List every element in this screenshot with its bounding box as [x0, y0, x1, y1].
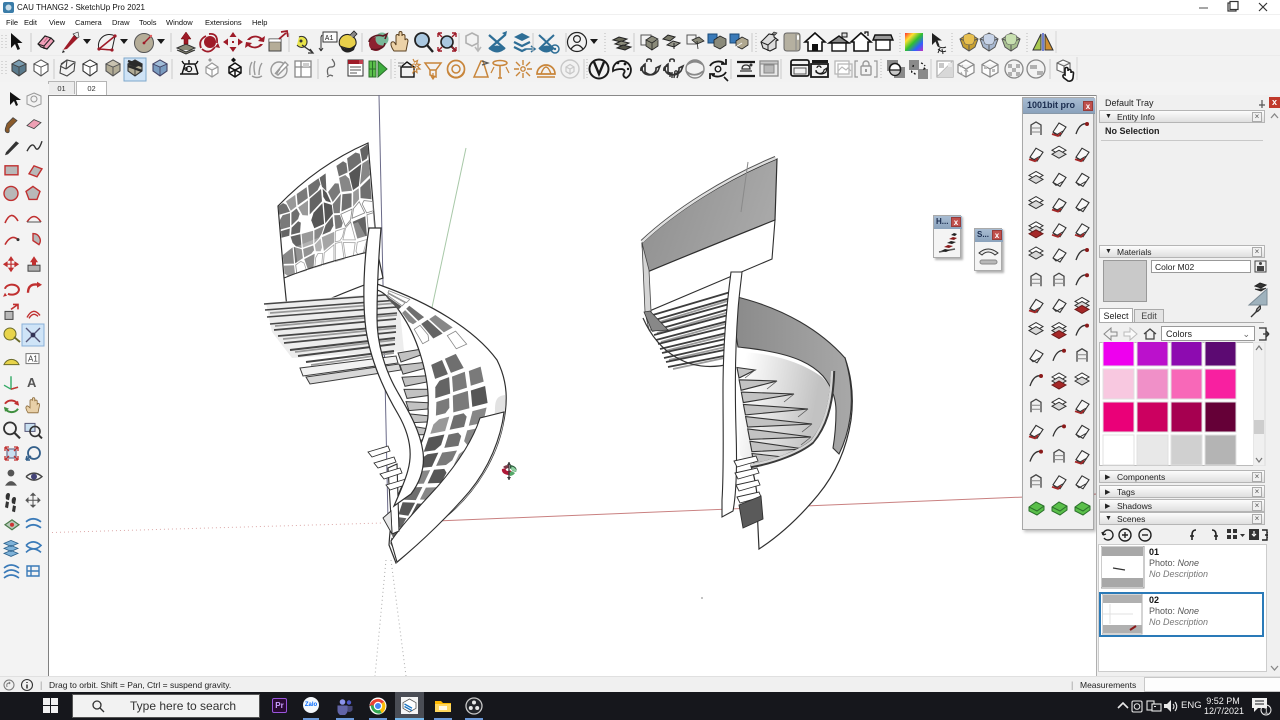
- svg-text:A: A: [27, 375, 37, 390]
- svg-text:1: 1: [1264, 706, 1269, 716]
- svg-text:A1: A1: [28, 355, 38, 364]
- svg-text:A1: A1: [325, 35, 333, 43]
